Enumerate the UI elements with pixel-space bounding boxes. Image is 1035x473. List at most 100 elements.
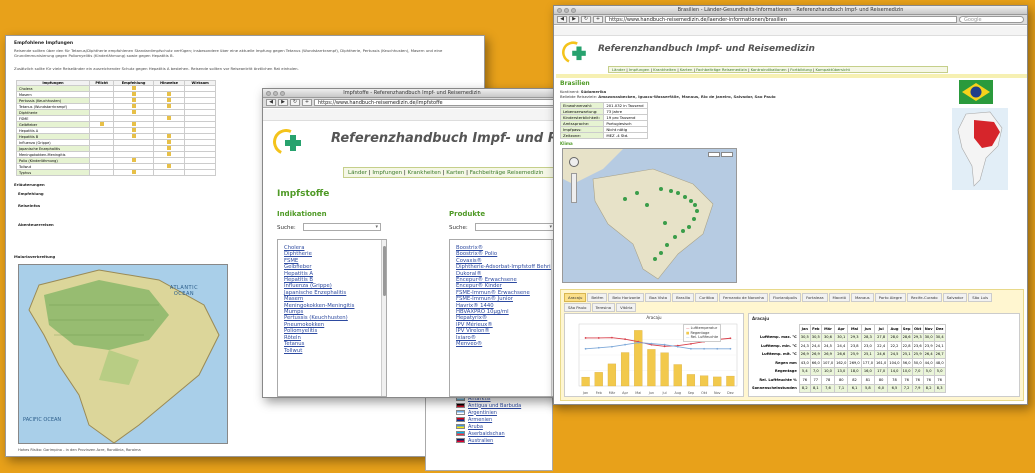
add-icon[interactable]: +: [302, 99, 312, 106]
nav-item-karten[interactable]: Karten: [446, 170, 464, 176]
forward-icon[interactable]: ▶: [278, 99, 288, 106]
window-controls[interactable]: [266, 91, 287, 97]
add-icon[interactable]: +: [593, 16, 603, 23]
nav-item[interactable]: Impfungen: [629, 67, 650, 72]
places-row: Beliebte Reiseziele: Amazonasbecken, Igu…: [560, 94, 776, 99]
nav-item-laender[interactable]: Länder: [348, 170, 367, 176]
climate-station-map[interactable]: [562, 148, 737, 283]
climate-cell: 76: [922, 375, 935, 385]
title-bar[interactable]: Brasilien - Länder-Gesundheits-Informati…: [554, 6, 1027, 15]
x-tick-label: Feb: [596, 391, 602, 395]
reload-icon[interactable]: ↻: [290, 99, 300, 106]
city-tab[interactable]: Salvador: [942, 293, 968, 302]
url-bar[interactable]: https://www.handbuch-reisemedizin.de/lae…: [605, 16, 957, 23]
city-tab[interactable]: Maceió: [828, 293, 850, 302]
back-icon[interactable]: ◀: [266, 99, 276, 106]
search-input-indications[interactable]: ▾: [303, 223, 381, 231]
city-tab[interactable]: Manaus: [850, 293, 874, 302]
ocean-label-pacific: PACIFIC OCEAN: [23, 417, 62, 423]
country-item[interactable]: Argentinien: [456, 409, 521, 416]
zoom-slider[interactable]: [571, 173, 577, 203]
nav-item-fachbeitraege[interactable]: Fachbeiträge Reisemedizin: [470, 170, 544, 176]
indications-list[interactable]: Cholera Diphtherie FSME Gelbfieber Hepatitis…: [277, 239, 387, 397]
climate-cell: 16,0: [860, 366, 876, 376]
country-name: Australien: [468, 437, 494, 444]
city-tab[interactable]: Fernando de Noronha: [719, 293, 768, 302]
nav-item[interactable]: Fortbildung: [790, 67, 812, 72]
x-tick-label: Nov: [714, 391, 721, 395]
product-link[interactable]: Menveo®: [456, 341, 550, 347]
site-title[interactable]: Referenzhandbuch Impf- und Reisemedizin: [331, 131, 561, 146]
map-pan-control[interactable]: [569, 157, 579, 167]
city-tab[interactable]: Porto Alegre: [874, 293, 906, 302]
climate-cell: 162,0: [834, 358, 849, 368]
back-icon[interactable]: ◀: [557, 16, 567, 23]
climate-cell: 104,0: [887, 358, 902, 368]
country-item[interactable]: Armenien: [456, 416, 521, 423]
climate-cell: 29,3: [911, 332, 924, 342]
satellite-type-button[interactable]: [721, 152, 733, 157]
nav-item[interactable]: Fachbeiträge Reisemedizin: [696, 67, 747, 72]
legend-item-humidity: — Rel. Luftfeuchte: [686, 335, 719, 339]
flag-icon: [456, 424, 465, 429]
window-controls[interactable]: [557, 8, 578, 14]
country-item[interactable]: Aruba: [456, 423, 521, 430]
city-tab[interactable]: Belo Horizonte: [608, 293, 645, 302]
city-tab[interactable]: Aracaju: [564, 293, 587, 302]
country-item[interactable]: Antigua und Barbuda: [456, 402, 521, 409]
search-input-products[interactable]: ▾: [475, 223, 555, 231]
nav-item[interactable]: Karten: [680, 67, 693, 72]
nav-item[interactable]: Kontraindikationen: [751, 67, 787, 72]
site-logo[interactable]: [558, 38, 589, 67]
reload-icon[interactable]: ↻: [581, 16, 591, 23]
products-list[interactable]: Boostrix® Boostrix® Polio Covaxis® Diphther…: [449, 239, 557, 397]
city-tab[interactable]: Curitiba: [695, 293, 719, 302]
city-tab[interactable]: Brasília: [672, 293, 695, 302]
nav-item-impfungen[interactable]: Impfungen: [372, 170, 402, 176]
climate-table-title: Aracaju: [752, 316, 770, 321]
product-link[interactable]: Diphtherie-Adsorbat-Impfstoff Behring fü…: [456, 264, 556, 270]
search-input[interactable]: Google: [959, 16, 1024, 23]
marker-icon: [131, 158, 136, 162]
city-tab[interactable]: Belém: [587, 293, 608, 302]
climate-cell: 269,0: [847, 358, 862, 368]
flag-icon: [456, 403, 465, 408]
table-cell: [152, 169, 186, 176]
search-label-indications: Suche:: [277, 225, 296, 231]
vaccine-name[interactable]: Typhus: [15, 169, 91, 176]
paragraph-1: Reisende sollten über den für Tetanus/Di…: [14, 48, 443, 58]
city-tab[interactable]: Teresina: [591, 303, 616, 312]
climate-cell: 76: [900, 375, 913, 385]
nav-item[interactable]: Länder: [612, 67, 625, 72]
country-name: Argentinien: [468, 409, 497, 416]
city-tab[interactable]: São Luís: [968, 293, 993, 302]
title-bar[interactable]: Impfstoffe - Referenzhandbuch Impf- und …: [263, 89, 561, 98]
url-bar[interactable]: https://www.handbuch-reisemedizin.de/imp…: [314, 99, 558, 106]
country-item[interactable]: Australien: [456, 437, 521, 444]
climate-cell: 76: [933, 375, 946, 385]
temperature-line-point: [690, 342, 692, 345]
forward-icon[interactable]: ▶: [569, 16, 579, 23]
city-tab[interactable]: Recife-Curado: [906, 293, 942, 302]
indication-link[interactable]: Tollwut: [284, 348, 380, 354]
nav-item[interactable]: Kompaktübersicht: [815, 67, 849, 72]
city-tab[interactable]: São Paulo: [564, 303, 591, 312]
nav-item[interactable]: Krankheiten: [653, 67, 676, 72]
marker-icon: [167, 116, 172, 120]
browser-toolbar: ◀ ▶ ↻ + https://www.handbuch-reisemedizi…: [554, 15, 1027, 25]
city-tab[interactable]: Boa Vista: [645, 293, 672, 302]
site-logo[interactable]: [269, 125, 305, 159]
city-tab[interactable]: Fortaleza: [802, 293, 828, 302]
city-tab[interactable]: Florianópolis: [769, 293, 802, 302]
climate-cell: 22,4: [873, 341, 889, 351]
climate-cell: 22,2: [887, 341, 902, 351]
country-item[interactable]: Aserbaidschan: [456, 430, 521, 437]
rain-bar: [673, 364, 682, 387]
site-title[interactable]: Referenzhandbuch Impf- und Reisemedizin: [598, 44, 815, 54]
climate-row-label: Regen mm: [775, 360, 797, 365]
map-type-button[interactable]: [708, 152, 720, 157]
nav-item-krankheiten[interactable]: Krankheiten: [408, 170, 441, 176]
city-tab[interactable]: Vitória: [616, 303, 637, 312]
flag-icon: [456, 431, 465, 436]
indications-scrollbar[interactable]: [381, 240, 386, 396]
